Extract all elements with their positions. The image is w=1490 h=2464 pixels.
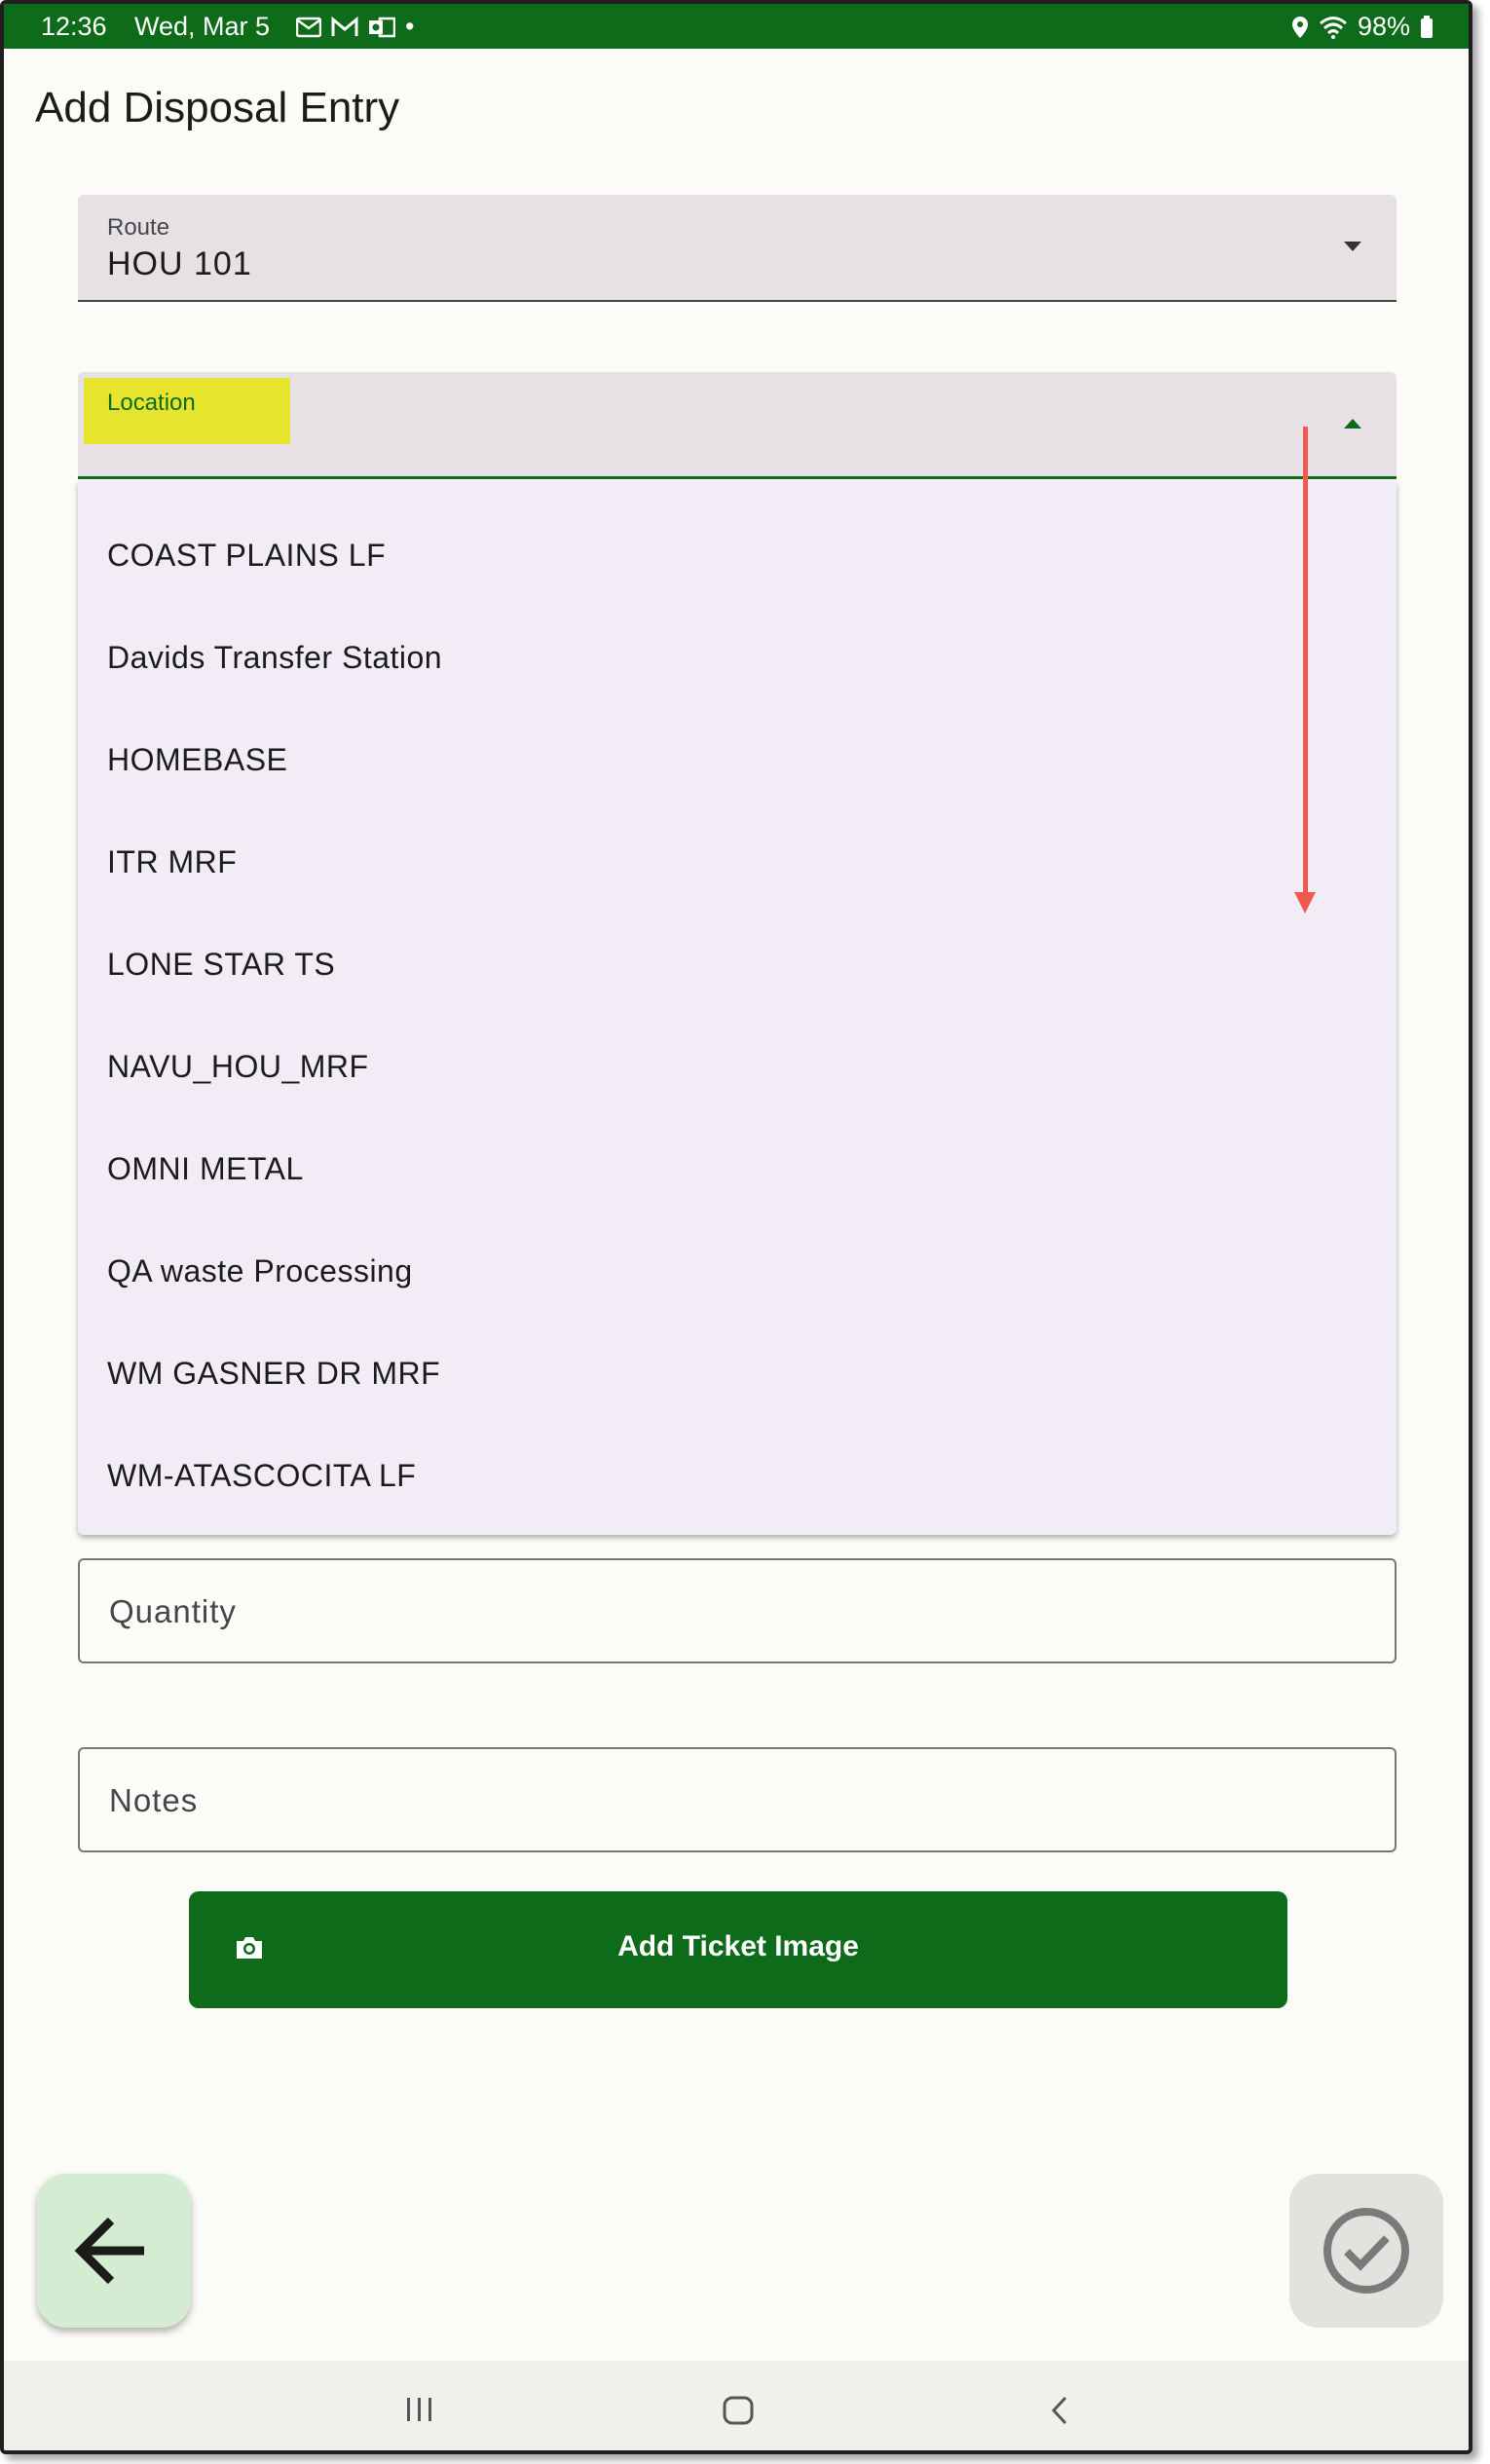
scroll-annotation-arrowhead — [1294, 892, 1316, 914]
status-bar: 12:36 Wed, Mar 5 • 98% — [4, 4, 1469, 49]
battery-percent: 98% — [1357, 12, 1410, 41]
route-value: HOU 101 — [107, 245, 252, 282]
location-option[interactable]: Davids Transfer Station — [78, 607, 1397, 709]
more-notifications-dot: • — [405, 12, 415, 41]
quantity-input[interactable]: Quantity — [78, 1558, 1397, 1663]
notes-placeholder: Notes — [109, 1782, 199, 1818]
location-option[interactable]: WM GASNER DR MRF — [78, 1323, 1397, 1425]
notes-input[interactable]: Notes — [78, 1747, 1397, 1852]
route-dropdown[interactable]: Route HOU 101 — [78, 195, 1397, 302]
scroll-annotation-arrow — [1303, 427, 1308, 902]
location-option[interactable]: NAVU_HOU_MRF — [78, 1016, 1397, 1118]
page-title: Add Disposal Entry — [35, 84, 400, 131]
system-nav-bar — [4, 2361, 1469, 2450]
wifi-icon — [1319, 16, 1347, 39]
status-right: 98% — [1291, 12, 1434, 42]
location-option[interactable]: ITR MRF — [78, 811, 1397, 914]
add-ticket-image-label: Add Ticket Image — [617, 1930, 859, 1962]
gmail-icon — [331, 16, 358, 36]
back-icon[interactable] — [1050, 2396, 1069, 2425]
back-button[interactable] — [37, 2174, 191, 2328]
submit-button[interactable] — [1289, 2174, 1443, 2328]
chevron-down-icon — [1344, 242, 1361, 251]
location-option[interactable]: OMNI METAL — [78, 1118, 1397, 1220]
add-ticket-image-button[interactable]: Add Ticket Image — [189, 1891, 1287, 2008]
location-option[interactable]: HOMEBASE — [78, 709, 1397, 811]
chevron-up-icon — [1344, 419, 1361, 429]
location-option[interactable]: WM-ATASCOCITA LF — [78, 1425, 1397, 1527]
notification-icons: • — [296, 12, 414, 42]
quantity-placeholder: Quantity — [109, 1593, 237, 1629]
device-frame: 12:36 Wed, Mar 5 • 98% Add Disposal Entr… — [0, 0, 1472, 2454]
home-icon[interactable] — [723, 2396, 754, 2425]
status-time: 12:36 — [41, 12, 107, 41]
location-option[interactable]: LONE STAR TS — [78, 914, 1397, 1016]
location-option[interactable]: COAST PLAINS LF — [78, 504, 1397, 607]
location-dropdown[interactable]: Location — [78, 372, 1397, 479]
route-label: Route — [107, 214, 170, 241]
location-option[interactable]: QA waste Processing — [78, 1220, 1397, 1323]
mail-icon — [296, 17, 321, 37]
location-menu: COAST PLAINS LF Davids Transfer Station … — [78, 481, 1397, 1535]
location-label: Location — [107, 390, 196, 416]
battery-icon — [1421, 15, 1433, 38]
outlook-icon — [369, 17, 395, 37]
location-icon — [1291, 16, 1308, 38]
status-date: Wed, Mar 5 — [134, 12, 271, 41]
arrow-left-icon — [74, 2217, 144, 2285]
check-circle-icon — [1323, 2208, 1409, 2294]
recents-icon[interactable] — [405, 2396, 434, 2423]
